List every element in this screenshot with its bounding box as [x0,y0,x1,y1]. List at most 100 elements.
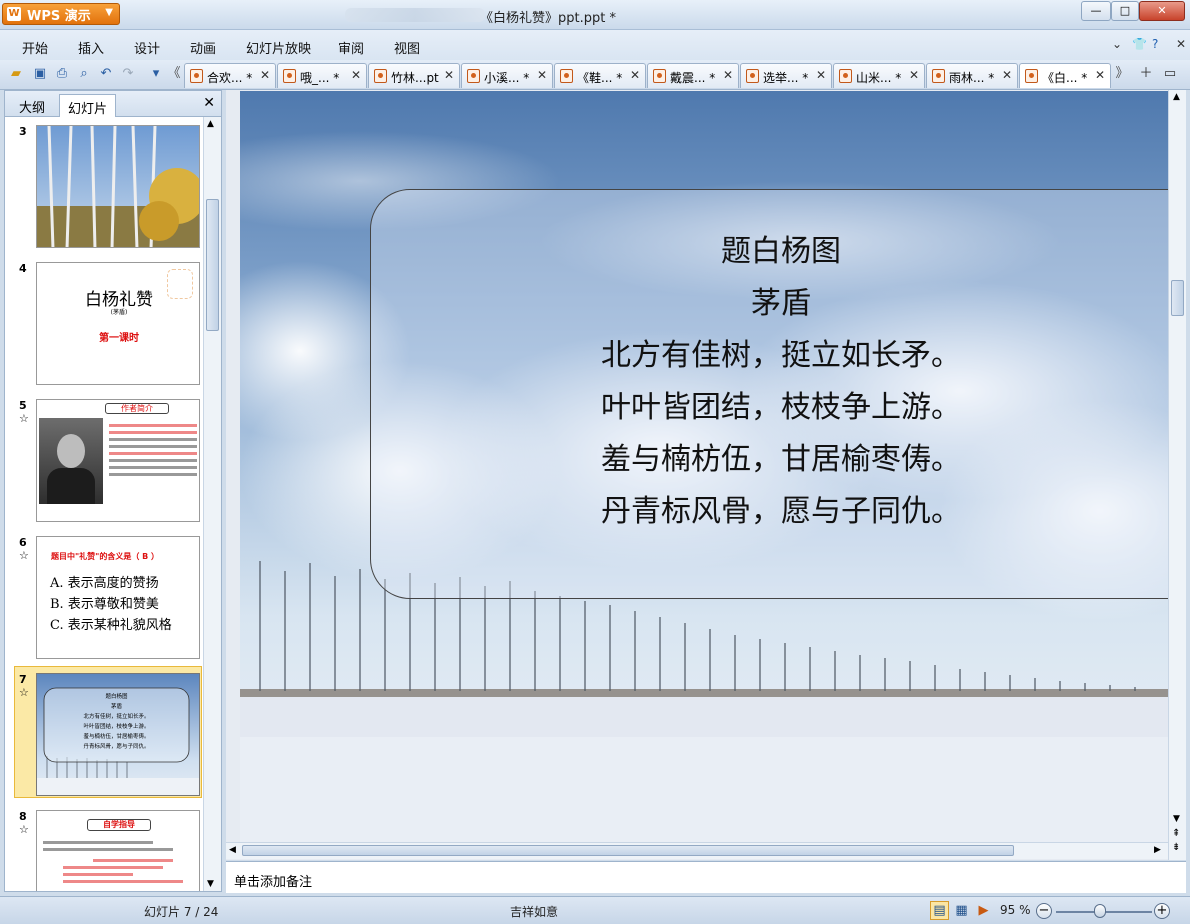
scroll-up-icon[interactable]: ▲ [1173,92,1180,102]
scroll-down-icon[interactable]: ▼ [207,879,214,889]
zoom-slider-knob[interactable] [1094,904,1106,918]
ppt-file-icon [374,69,387,83]
close-tab-icon[interactable]: ✕ [1002,68,1012,82]
menu-bar: 开始 插入 设计 动画 幻灯片放映 审阅 视图 ⌄ 👕 ? ✕ [0,30,1190,60]
new-tab-icon[interactable]: ＋ [1138,66,1154,82]
close-tab-icon[interactable]: ✕ [1095,68,1105,82]
slide-thumbnail-4[interactable]: 白杨礼赞 (茅盾) 第一课时 [36,262,200,385]
normal-view-button[interactable]: ▤ [930,901,949,920]
doc-tab-active[interactable]: 《白... * ✕ [1019,63,1111,88]
slide-sorter-button[interactable]: ▦ [952,901,971,920]
redo-icon[interactable]: ↷ [120,66,136,82]
chevron-down-icon: ▼ [105,7,113,18]
maximize-button[interactable]: □ [1111,1,1139,21]
poem-line: 叶叶皆团结，枝枝争上游。 [601,390,961,425]
doc-tab-label: 雨林... * [949,71,995,85]
scroll-down-icon[interactable]: ▼ [1173,814,1180,824]
animation-star-icon: ☆ [19,549,29,562]
menu-insert[interactable]: 插入 [78,38,104,57]
save-icon[interactable]: ▣ [32,66,48,82]
close-pane-icon[interactable]: ✕ [203,95,215,111]
doc-tab-label: 《鞋... * [577,71,623,85]
author-body [47,468,95,504]
scrollbar-thumb[interactable] [242,845,1014,856]
doc-tab[interactable]: 戴震... * ✕ [647,63,739,88]
thumb-options: A. 表示高度的赞扬 B. 表示尊敬和赞美 C. 表示某种礼貌风格 [50,573,172,636]
minimize-button[interactable]: — [1081,1,1111,21]
scrollbar-thumb[interactable] [206,199,219,331]
slide-thumbnail-7[interactable]: 题白杨图 茅盾 北方有佳树，挺立如长矛。 叶叶皆团结，枝枝争上游。 羞与楠枋伍，… [36,673,200,796]
close-tab-icon[interactable]: ✕ [630,68,640,82]
slide-thumbnail-6[interactable]: 题目中"礼赞"的含义是（ B ） A. 表示高度的赞扬 B. 表示尊敬和赞美 C… [36,536,200,659]
tab-outline[interactable]: 大纲 [11,94,53,117]
doc-tab[interactable]: 雨林... * ✕ [926,63,1018,88]
menu-review[interactable]: 审阅 [338,38,364,57]
menu-home[interactable]: 开始 [22,38,48,57]
editor-vertical-scrollbar[interactable]: ▲ ▼ ⇞ ⇟ [1168,90,1186,860]
thumb-subtitle: 第一课时 [99,333,139,344]
doc-tab[interactable]: 山米... * ✕ [833,63,925,88]
undo-icon[interactable]: ↶ [98,66,114,82]
close-doc-icon[interactable]: ✕ [1176,37,1186,51]
thumb-heading: 自学指导 [87,819,151,831]
close-window-button[interactable]: ✕ [1139,1,1185,21]
current-slide[interactable]: 题白杨图 茅盾 北方有佳树，挺立如长矛。 叶叶皆团结，枝枝争上游。 羞与楠枋伍，… [240,91,1168,842]
doc-tab[interactable]: 选举... * ✕ [740,63,832,88]
doc-tab[interactable]: 哦_... * ✕ [277,63,367,88]
tab-list-icon[interactable]: ▭ [1162,66,1178,82]
zoom-out-button[interactable]: − [1036,903,1052,919]
previous-slide-icon[interactable]: ⇞ [1172,828,1180,839]
print-icon[interactable]: ⎙ [54,66,70,82]
pane-tabs: 大纲 幻灯片 ✕ [5,91,221,117]
notes-placeholder: 单击添加备注 [234,875,313,890]
close-tab-icon[interactable]: ✕ [816,68,826,82]
open-folder-icon[interactable]: ▰ [8,66,24,82]
thumb-question: 题目中"礼赞"的含义是（ B ） [51,552,160,561]
thumb-poem-line: 茅盾 [110,704,122,710]
doc-tab-label: 山米... * [856,71,902,85]
menu-view[interactable]: 视图 [394,38,420,57]
doc-tab[interactable]: 合欢... * ✕ [184,63,276,88]
menu-design[interactable]: 设计 [134,38,160,57]
thumb-text-lines [43,837,193,887]
close-tab-icon[interactable]: ✕ [537,68,547,82]
slide-number: 6 [19,536,27,549]
print-preview-icon[interactable]: ⌕ [76,66,92,82]
slide-thumbnail-3[interactable] [36,125,200,248]
next-slide-icon[interactable]: ⇟ [1172,842,1180,853]
skin-icon[interactable]: 👕 [1132,37,1147,51]
collapse-ribbon-icon[interactable]: ⌄ [1112,37,1122,51]
close-tab-icon[interactable]: ✕ [444,68,454,82]
tabs-scroll-left-icon[interactable]: 《 [166,66,182,82]
app-menu-button[interactable]: W WPS 演示 ▼ [2,3,120,25]
slide-thumbnail-5[interactable]: 作者简介 [36,399,200,522]
close-tab-icon[interactable]: ✕ [351,68,361,82]
doc-tab[interactable]: 小溪... * ✕ [461,63,553,88]
author-face [57,434,85,468]
doc-tab[interactable]: 竹林...pt ✕ [368,63,460,88]
editor-horizontal-scrollbar[interactable]: ◀ ▶ [226,842,1168,859]
menu-slideshow[interactable]: 幻灯片放映 [246,38,311,57]
close-tab-icon[interactable]: ✕ [260,68,270,82]
notes-pane[interactable]: 单击添加备注 [226,861,1186,893]
doc-tab[interactable]: 《鞋... * ✕ [554,63,646,88]
thumb-option: B. 表示尊敬和赞美 [50,597,159,612]
poem-textbox[interactable]: 题白杨图 茅盾 北方有佳树，挺立如长矛。 叶叶皆团结，枝枝争上游。 羞与楠枋伍，… [370,189,1168,599]
menu-animation[interactable]: 动画 [190,38,216,57]
zoom-in-button[interactable]: + [1154,903,1170,919]
slideshow-button[interactable]: ▶ [974,901,993,920]
close-tab-icon[interactable]: ✕ [909,68,919,82]
scrollbar-thumb[interactable] [1171,280,1184,316]
help-icon[interactable]: ? [1152,37,1158,51]
scroll-up-icon[interactable]: ▲ [207,119,214,129]
scroll-right-icon[interactable]: ▶ [1154,845,1161,855]
thumb-option: C. 表示某种礼貌风格 [50,618,172,633]
slide-thumbnail-8[interactable]: 自学指导 [36,810,200,891]
close-tab-icon[interactable]: ✕ [723,68,733,82]
scroll-left-icon[interactable]: ◀ [229,845,236,855]
tabs-scroll-right-icon[interactable]: 》 [1114,66,1130,82]
customize-toolbar-icon[interactable]: ▾ [148,66,164,82]
thumbnail-scrollbar[interactable]: ▲ ▼ [203,117,221,891]
tab-slides[interactable]: 幻灯片 [59,94,117,117]
doc-tab-label: 竹林...pt [391,71,439,85]
